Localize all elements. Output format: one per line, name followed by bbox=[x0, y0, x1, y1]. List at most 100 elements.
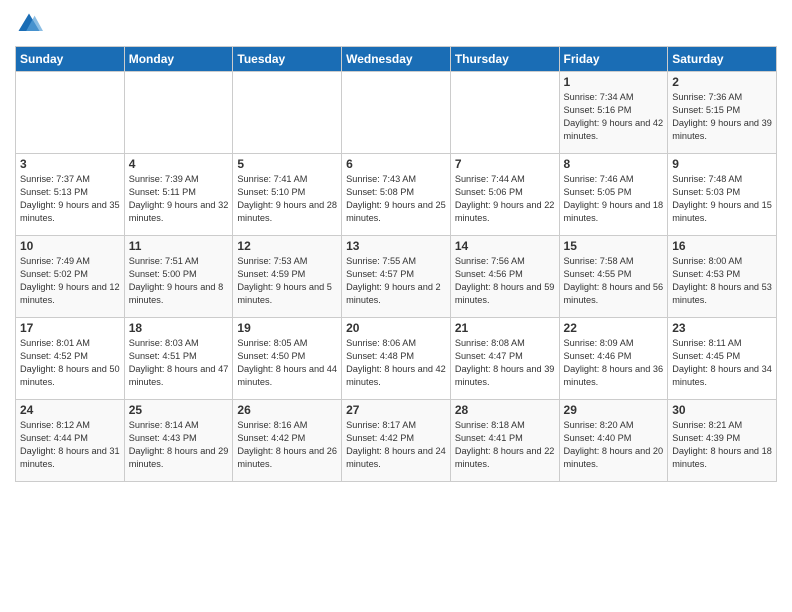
day-info: Sunrise: 8:18 AM Sunset: 4:41 PM Dayligh… bbox=[455, 419, 555, 471]
calendar-cell: 21 Sunrise: 8:08 AM Sunset: 4:47 PM Dayli… bbox=[450, 318, 559, 400]
calendar-cell: 2Sunrise: 7:36 AM Sunset: 5:15 PM Daylig… bbox=[668, 72, 777, 154]
calendar-cell: 4 Sunrise: 7:39 AM Sunset: 5:11 PM Daylig… bbox=[124, 154, 233, 236]
day-info: Sunrise: 7:44 AM Sunset: 5:06 PM Dayligh… bbox=[455, 173, 555, 225]
day-info: Sunrise: 7:46 AM Sunset: 5:05 PM Dayligh… bbox=[564, 173, 664, 225]
calendar-cell: 1Sunrise: 7:34 AM Sunset: 5:16 PM Daylig… bbox=[559, 72, 668, 154]
day-number: 25 bbox=[129, 403, 229, 417]
day-number: 1 bbox=[564, 75, 664, 89]
weekday-header-wednesday: Wednesday bbox=[342, 47, 451, 72]
week-row-2: 10 Sunrise: 7:49 AM Sunset: 5:02 PM Dayli… bbox=[16, 236, 777, 318]
calendar-cell: 9 Sunrise: 7:48 AM Sunset: 5:03 PM Daylig… bbox=[668, 154, 777, 236]
calendar-cell: 7Sunrise: 7:44 AM Sunset: 5:06 PM Daylig… bbox=[450, 154, 559, 236]
day-info: Sunrise: 7:41 AM Sunset: 5:10 PM Dayligh… bbox=[237, 173, 337, 225]
day-info: Sunrise: 7:58 AM Sunset: 4:55 PM Dayligh… bbox=[564, 255, 664, 307]
page: SundayMondayTuesdayWednesdayThursdayFrid… bbox=[0, 0, 792, 612]
day-info: Sunrise: 7:49 AM Sunset: 5:02 PM Dayligh… bbox=[20, 255, 120, 307]
calendar-cell bbox=[342, 72, 451, 154]
day-info: Sunrise: 8:06 AM Sunset: 4:48 PM Dayligh… bbox=[346, 337, 446, 389]
day-number: 5 bbox=[237, 157, 337, 171]
day-number: 16 bbox=[672, 239, 772, 253]
day-info: Sunrise: 7:37 AM Sunset: 5:13 PM Dayligh… bbox=[20, 173, 120, 225]
calendar-cell: 23 Sunrise: 8:11 AM Sunset: 4:45 PM Dayli… bbox=[668, 318, 777, 400]
day-number: 23 bbox=[672, 321, 772, 335]
day-info: Sunrise: 7:56 AM Sunset: 4:56 PM Dayligh… bbox=[455, 255, 555, 307]
day-number: 6 bbox=[346, 157, 446, 171]
weekday-header-row: SundayMondayTuesdayWednesdayThursdayFrid… bbox=[16, 47, 777, 72]
day-number: 21 bbox=[455, 321, 555, 335]
logo bbox=[15, 10, 47, 38]
day-info: Sunrise: 8:08 AM Sunset: 4:47 PM Dayligh… bbox=[455, 337, 555, 389]
day-number: 20 bbox=[346, 321, 446, 335]
calendar-cell: 6 Sunrise: 7:43 AM Sunset: 5:08 PM Daylig… bbox=[342, 154, 451, 236]
week-row-4: 24Sunrise: 8:12 AM Sunset: 4:44 PM Dayli… bbox=[16, 400, 777, 482]
day-info: Sunrise: 7:55 AM Sunset: 4:57 PM Dayligh… bbox=[346, 255, 446, 307]
day-info: Sunrise: 7:53 AM Sunset: 4:59 PM Dayligh… bbox=[237, 255, 337, 307]
calendar-cell: 15 Sunrise: 7:58 AM Sunset: 4:55 PM Dayli… bbox=[559, 236, 668, 318]
calendar: SundayMondayTuesdayWednesdayThursdayFrid… bbox=[15, 46, 777, 482]
day-info: Sunrise: 8:01 AM Sunset: 4:52 PM Dayligh… bbox=[20, 337, 120, 389]
logo-icon bbox=[15, 10, 43, 38]
weekday-header-monday: Monday bbox=[124, 47, 233, 72]
calendar-cell: 28 Sunrise: 8:18 AM Sunset: 4:41 PM Dayli… bbox=[450, 400, 559, 482]
calendar-cell: 22 Sunrise: 8:09 AM Sunset: 4:46 PM Dayli… bbox=[559, 318, 668, 400]
weekday-header-thursday: Thursday bbox=[450, 47, 559, 72]
day-number: 30 bbox=[672, 403, 772, 417]
calendar-cell bbox=[450, 72, 559, 154]
day-number: 28 bbox=[455, 403, 555, 417]
day-number: 15 bbox=[564, 239, 664, 253]
day-number: 4 bbox=[129, 157, 229, 171]
calendar-cell bbox=[124, 72, 233, 154]
calendar-cell: 27 Sunrise: 8:17 AM Sunset: 4:42 PM Dayli… bbox=[342, 400, 451, 482]
day-number: 18 bbox=[129, 321, 229, 335]
calendar-cell bbox=[233, 72, 342, 154]
weekday-header-friday: Friday bbox=[559, 47, 668, 72]
weekday-header-tuesday: Tuesday bbox=[233, 47, 342, 72]
day-number: 9 bbox=[672, 157, 772, 171]
day-info: Sunrise: 8:14 AM Sunset: 4:43 PM Dayligh… bbox=[129, 419, 229, 471]
day-number: 27 bbox=[346, 403, 446, 417]
day-info: Sunrise: 7:43 AM Sunset: 5:08 PM Dayligh… bbox=[346, 173, 446, 225]
day-info: Sunrise: 7:51 AM Sunset: 5:00 PM Dayligh… bbox=[129, 255, 229, 307]
day-number: 14 bbox=[455, 239, 555, 253]
day-number: 22 bbox=[564, 321, 664, 335]
day-number: 19 bbox=[237, 321, 337, 335]
day-number: 8 bbox=[564, 157, 664, 171]
calendar-cell: 5 Sunrise: 7:41 AM Sunset: 5:10 PM Daylig… bbox=[233, 154, 342, 236]
weekday-header-saturday: Saturday bbox=[668, 47, 777, 72]
calendar-cell: 13Sunrise: 7:55 AM Sunset: 4:57 PM Dayli… bbox=[342, 236, 451, 318]
calendar-cell: 29 Sunrise: 8:20 AM Sunset: 4:40 PM Dayli… bbox=[559, 400, 668, 482]
calendar-cell: 14 Sunrise: 7:56 AM Sunset: 4:56 PM Dayli… bbox=[450, 236, 559, 318]
calendar-cell: 30 Sunrise: 8:21 AM Sunset: 4:39 PM Dayli… bbox=[668, 400, 777, 482]
day-info: Sunrise: 7:39 AM Sunset: 5:11 PM Dayligh… bbox=[129, 173, 229, 225]
day-number: 12 bbox=[237, 239, 337, 253]
day-number: 2 bbox=[672, 75, 772, 89]
day-info: Sunrise: 8:21 AM Sunset: 4:39 PM Dayligh… bbox=[672, 419, 772, 471]
calendar-cell: 17 Sunrise: 8:01 AM Sunset: 4:52 PM Dayli… bbox=[16, 318, 125, 400]
calendar-cell: 20 Sunrise: 8:06 AM Sunset: 4:48 PM Dayli… bbox=[342, 318, 451, 400]
day-number: 26 bbox=[237, 403, 337, 417]
day-info: Sunrise: 7:48 AM Sunset: 5:03 PM Dayligh… bbox=[672, 173, 772, 225]
day-info: Sunrise: 8:05 AM Sunset: 4:50 PM Dayligh… bbox=[237, 337, 337, 389]
calendar-cell: 3 Sunrise: 7:37 AM Sunset: 5:13 PM Daylig… bbox=[16, 154, 125, 236]
weekday-header-sunday: Sunday bbox=[16, 47, 125, 72]
week-row-3: 17 Sunrise: 8:01 AM Sunset: 4:52 PM Dayli… bbox=[16, 318, 777, 400]
header bbox=[15, 10, 777, 38]
day-number: 29 bbox=[564, 403, 664, 417]
day-info: Sunrise: 8:00 AM Sunset: 4:53 PM Dayligh… bbox=[672, 255, 772, 307]
calendar-cell: 24Sunrise: 8:12 AM Sunset: 4:44 PM Dayli… bbox=[16, 400, 125, 482]
day-number: 11 bbox=[129, 239, 229, 253]
calendar-cell: 8 Sunrise: 7:46 AM Sunset: 5:05 PM Daylig… bbox=[559, 154, 668, 236]
day-number: 17 bbox=[20, 321, 120, 335]
day-info: Sunrise: 8:16 AM Sunset: 4:42 PM Dayligh… bbox=[237, 419, 337, 471]
calendar-cell: 25 Sunrise: 8:14 AM Sunset: 4:43 PM Dayli… bbox=[124, 400, 233, 482]
calendar-cell: 16 Sunrise: 8:00 AM Sunset: 4:53 PM Dayli… bbox=[668, 236, 777, 318]
day-info: Sunrise: 8:11 AM Sunset: 4:45 PM Dayligh… bbox=[672, 337, 772, 389]
day-info: Sunrise: 8:12 AM Sunset: 4:44 PM Dayligh… bbox=[20, 419, 120, 471]
day-info: Sunrise: 8:09 AM Sunset: 4:46 PM Dayligh… bbox=[564, 337, 664, 389]
day-info: Sunrise: 8:17 AM Sunset: 4:42 PM Dayligh… bbox=[346, 419, 446, 471]
calendar-cell: 10 Sunrise: 7:49 AM Sunset: 5:02 PM Dayli… bbox=[16, 236, 125, 318]
day-info: Sunrise: 8:20 AM Sunset: 4:40 PM Dayligh… bbox=[564, 419, 664, 471]
day-number: 3 bbox=[20, 157, 120, 171]
day-info: Sunrise: 8:03 AM Sunset: 4:51 PM Dayligh… bbox=[129, 337, 229, 389]
day-number: 10 bbox=[20, 239, 120, 253]
